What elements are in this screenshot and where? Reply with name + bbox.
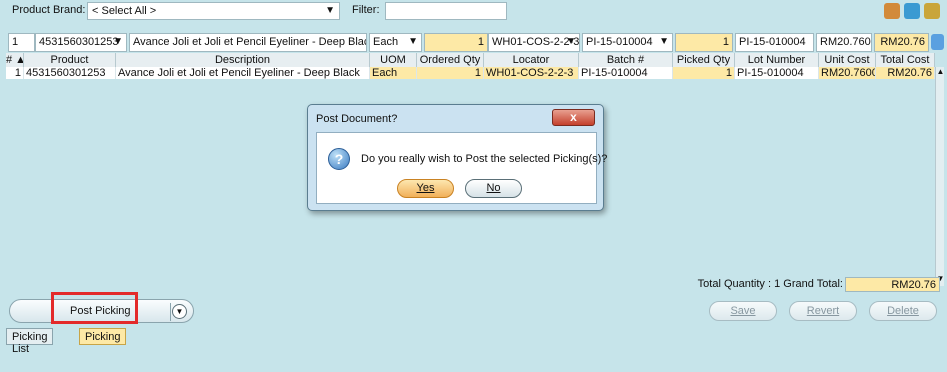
entry-picked-qty[interactable]: 1 xyxy=(675,33,733,52)
delete-button[interactable]: Delete xyxy=(869,301,937,321)
cell-locator: WH01-COS-2-2-3 xyxy=(484,67,579,79)
cell-uom: Each xyxy=(370,67,417,79)
question-icon: ? xyxy=(328,148,350,170)
col-header-locator[interactable]: Locator xyxy=(484,53,579,67)
col-header-number[interactable]: # ▲ xyxy=(6,53,24,67)
col-header-product[interactable]: Product xyxy=(24,53,116,67)
brand-select-value: < Select All > xyxy=(92,5,157,17)
entry-row-number[interactable]: 1 xyxy=(8,33,35,52)
totals-label: Total Quantity : 1 Grand Total: xyxy=(697,278,843,290)
entry-ordered-qty[interactable]: 1 xyxy=(424,33,488,52)
entry-total-cost: RM20.76 xyxy=(874,33,929,52)
cell-batch: PI-15-010004 xyxy=(579,67,673,79)
entry-batch-select[interactable]: PI-15-010004 ▼ xyxy=(582,33,673,52)
grid-config-icon[interactable] xyxy=(931,34,944,50)
grand-total-value: RM20.76 xyxy=(845,277,940,292)
gift-icon[interactable] xyxy=(884,3,900,19)
scroll-up-icon[interactable]: ▲ xyxy=(936,67,945,79)
entry-batch-value: PI-15-010004 xyxy=(586,36,653,48)
close-icon[interactable]: x xyxy=(552,109,595,126)
cell-unit-cost: RM20.7600 xyxy=(819,67,876,79)
cell-number: 1 xyxy=(6,67,24,79)
entry-locator-select[interactable]: WH01-COS-2-2-3 ▼ xyxy=(488,33,580,52)
save-button[interactable]: Save xyxy=(709,301,777,321)
no-button[interactable]: No xyxy=(465,179,522,198)
vertical-scrollbar[interactable]: ▲ ▼ xyxy=(935,67,944,286)
col-header-batch[interactable]: Batch # xyxy=(579,53,673,67)
entry-product-select[interactable]: 4531560301253 ▼ xyxy=(35,33,127,52)
entry-lot-number[interactable]: PI-15-010004 xyxy=(735,33,814,52)
col-header-description[interactable]: Description xyxy=(116,53,370,67)
action-bar: Post Picking ▼ Save Revert Delete xyxy=(0,292,947,325)
grid-header: # ▲ Product Description UOM Ordered Qty … xyxy=(6,53,935,67)
tab-picking-list[interactable]: Picking List xyxy=(6,328,54,355)
col-header-ordered-qty[interactable]: Ordered Qty xyxy=(417,53,484,67)
col-header-total-cost[interactable]: Total Cost xyxy=(876,53,935,67)
cell-description: Avance Joli et Joli et Pencil Eyeliner -… xyxy=(116,67,370,79)
chevron-down-icon: ▼ xyxy=(659,36,669,47)
cell-lot-number: PI-15-010004 xyxy=(735,67,819,79)
dialog-title: Post Document? xyxy=(316,113,398,125)
post-document-dialog: Post Document? x ? Do you really wish to… xyxy=(307,104,607,211)
col-header-picked-qty[interactable]: Picked Qty xyxy=(673,53,735,67)
dialog-body: ? Do you really wish to Post the selecte… xyxy=(316,132,607,204)
annotation-highlight-box xyxy=(51,292,138,324)
export-icon[interactable] xyxy=(904,3,920,19)
cell-ordered-qty: 1 xyxy=(417,67,484,79)
chevron-down-icon: ▼ xyxy=(113,36,123,47)
entry-uom-value: Each xyxy=(373,36,399,48)
settings-icon[interactable] xyxy=(924,3,940,19)
chevron-down-icon: ▼ xyxy=(566,36,576,47)
col-header-lot-number[interactable]: Lot Number xyxy=(735,53,819,67)
button-separator xyxy=(170,303,171,321)
cell-picked-qty: 1 xyxy=(673,67,735,79)
cell-total-cost: RM20.76 xyxy=(876,67,935,79)
entry-row: 1 4531560301253 ▼ Avance Joli et Joli et… xyxy=(0,33,947,53)
filter-input[interactable] xyxy=(385,2,507,20)
brand-select[interactable]: < Select All > ▼ xyxy=(87,2,340,20)
cell-product: 4531560301253 xyxy=(24,67,116,79)
yes-button[interactable]: Yes xyxy=(397,179,454,198)
chevron-down-icon: ▼ xyxy=(408,36,418,47)
brand-label: Product Brand: xyxy=(12,4,86,16)
entry-description[interactable]: Avance Joli et Joli et Pencil Eyeliner -… xyxy=(129,33,367,52)
filter-bar: Product Brand: < Select All > ▼ Filter: xyxy=(0,0,947,22)
filter-label: Filter: xyxy=(352,4,380,16)
entry-uom-select[interactable]: Each ▼ xyxy=(369,33,422,52)
dialog-message: Do you really wish to Post the selected … xyxy=(361,153,608,165)
col-header-uom[interactable]: UOM xyxy=(370,53,417,67)
totals-bar: Total Quantity : 1 Grand Total: RM20.76 xyxy=(0,276,947,293)
revert-button[interactable]: Revert xyxy=(789,301,857,321)
chevron-down-icon: ▼ xyxy=(325,5,335,16)
table-row[interactable]: 1 4531560301253 Avance Joli et Joli et P… xyxy=(6,67,935,79)
entry-product-value: 4531560301253 xyxy=(39,36,119,48)
tab-picking[interactable]: Picking xyxy=(79,328,127,345)
col-header-unit-cost[interactable]: Unit Cost xyxy=(819,53,876,67)
entry-unit-cost[interactable]: RM20.7600 xyxy=(816,33,872,52)
chevron-down-icon[interactable]: ▼ xyxy=(172,304,187,319)
